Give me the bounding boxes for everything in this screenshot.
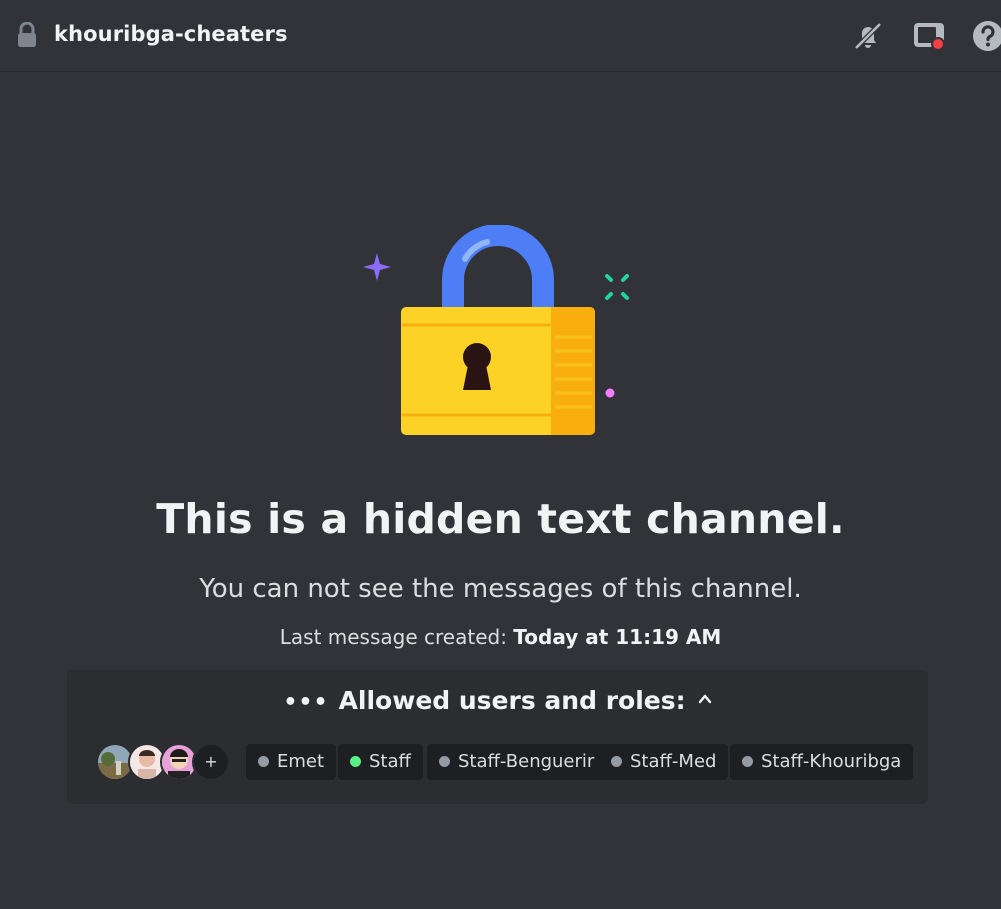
more-dots-icon: ••• bbox=[283, 690, 329, 715]
role-color-dot bbox=[611, 756, 622, 767]
keyhole-icon bbox=[463, 343, 491, 390]
help-icon[interactable] bbox=[970, 18, 1001, 54]
role-color-dot bbox=[439, 756, 450, 767]
role-label: Staff bbox=[369, 751, 411, 772]
sparkle-icon bbox=[363, 253, 391, 281]
sparkle-cross-icon bbox=[605, 274, 629, 300]
more-members-button[interactable]: + bbox=[192, 743, 230, 781]
allowed-heading: Allowed users and roles: bbox=[338, 686, 686, 715]
last-message-info: Last message created: Today at 11:19 AM bbox=[0, 625, 1001, 649]
lock-icon bbox=[18, 22, 36, 47]
allowed-users-panel: ••• Allowed users and roles: + Emet Staff… bbox=[67, 670, 928, 804]
role-chip-staff-med[interactable]: Staff-Med bbox=[599, 744, 729, 780]
allowed-users-toggle[interactable]: ••• Allowed users and roles: bbox=[67, 686, 928, 715]
screen-share-icon[interactable] bbox=[911, 18, 947, 54]
role-chip-staff[interactable]: Staff bbox=[338, 744, 423, 780]
role-label: Staff-Khouribga bbox=[761, 751, 902, 772]
padlock-illustration bbox=[363, 225, 629, 435]
channel-header: khouribga-cheaters bbox=[0, 0, 1001, 72]
page-subtitle: You can not see the messages of this cha… bbox=[199, 574, 802, 604]
role-chip-staff-benguerir[interactable]: Staff-Benguerir bbox=[427, 744, 607, 780]
role-chip-emet[interactable]: Emet bbox=[246, 744, 337, 780]
role-label: Staff-Med bbox=[630, 751, 717, 772]
role-color-dot bbox=[742, 756, 753, 767]
sparkle-dot bbox=[605, 388, 615, 398]
role-label: Staff-Benguerir bbox=[458, 751, 595, 772]
member-avatars: + bbox=[96, 743, 236, 781]
last-message-time: Today at 11:19 AM bbox=[513, 625, 722, 649]
role-chip-staff-khouribga[interactable]: Staff-Khouribga bbox=[730, 744, 914, 780]
role-color-dot bbox=[258, 756, 269, 767]
chevron-up-icon bbox=[698, 694, 711, 704]
mute-bell-icon[interactable] bbox=[850, 18, 886, 54]
role-label: Emet bbox=[277, 751, 325, 772]
channel-name: khouribga-cheaters bbox=[54, 22, 288, 46]
role-color-dot bbox=[350, 756, 361, 767]
last-message-label: Last message created: bbox=[279, 625, 507, 649]
page-title: This is a hidden text channel. bbox=[156, 495, 845, 543]
